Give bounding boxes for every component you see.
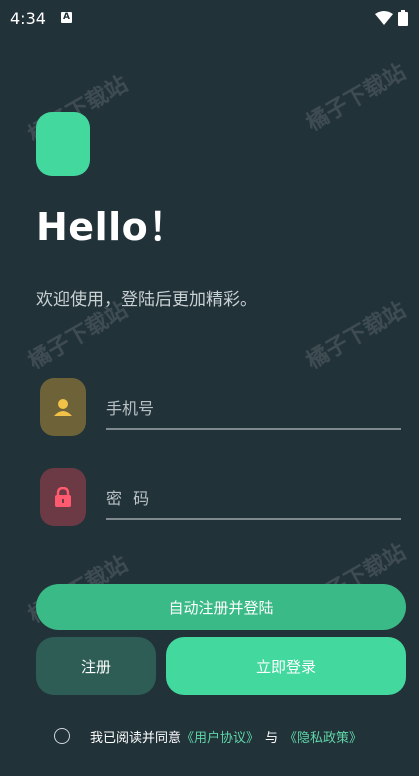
- app-logo: [36, 112, 90, 176]
- person-icon: [54, 399, 72, 416]
- agree-checkbox[interactable]: [54, 728, 70, 744]
- auto-register-login-button[interactable]: 自动注册并登陆: [36, 584, 406, 630]
- status-bar: 4:34 A: [0, 0, 419, 34]
- phone-field-icon-box: [40, 378, 86, 436]
- page-title: Hello！: [36, 205, 187, 249]
- welcome-text: 欢迎使用，登陆后更加精彩。: [36, 290, 257, 310]
- privacy-policy-link[interactable]: 《隐私政策》: [284, 727, 362, 746]
- watermark: 橘子下载站: [302, 297, 411, 375]
- phone-input[interactable]: [106, 388, 401, 430]
- login-screen: 4:34 A 橘子下载站 橘子下载站 橘子下载站 橘子下载站 橘子下载站 橘子下…: [0, 0, 419, 776]
- agreement-and: 与: [265, 730, 279, 746]
- notification-a-icon: A: [61, 12, 72, 23]
- agreement-row: 我已阅读并同意 《用户协议》 与 《隐私政策》: [54, 726, 362, 746]
- password-input[interactable]: [106, 478, 401, 520]
- battery-icon: [398, 10, 408, 26]
- watermark: 橘子下载站: [302, 59, 411, 137]
- password-field-icon-box: [40, 468, 86, 526]
- lock-icon: [55, 487, 71, 507]
- status-time: 4:34: [10, 9, 46, 28]
- register-button[interactable]: 注册: [36, 637, 156, 695]
- user-agreement-link[interactable]: 《用户协议》: [181, 727, 259, 746]
- login-button[interactable]: 立即登录: [166, 637, 406, 695]
- wifi-icon: [375, 11, 393, 25]
- agreement-prefix: 我已阅读并同意: [90, 730, 182, 746]
